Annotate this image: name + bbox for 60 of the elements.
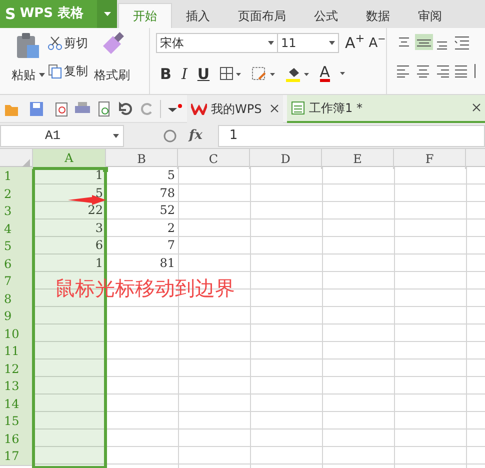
table-cell-text: 52 <box>160 202 175 219</box>
table-cell-text: 22 <box>88 202 103 219</box>
caret-icon <box>38 73 44 77</box>
app-dropdown-button[interactable] <box>97 0 117 28</box>
font-color-button[interactable]: A <box>320 65 330 82</box>
spreadsheet-icon <box>291 100 305 114</box>
caret-icon <box>329 41 335 46</box>
app-title: WPS 表格 <box>20 5 84 24</box>
close-icon[interactable] <box>270 104 279 113</box>
shrink-font-button[interactable]: A$^{−}$ <box>368 34 386 53</box>
quick-access-icons[interactable] <box>4 100 154 118</box>
scissors-icon <box>48 36 62 50</box>
underline-button[interactable]: U <box>197 62 210 85</box>
table-cell-text: 6 <box>95 237 103 254</box>
ribbon-tab[interactable]: 审阅 <box>404 3 456 28</box>
table-cell-text: 3 <box>95 220 103 236</box>
document-tab[interactable]: 我的WPS <box>187 94 283 122</box>
tab-title: 我的WPS <box>211 100 263 118</box>
grow-font-button[interactable]: A$^{+}$ <box>345 32 365 54</box>
table-cell-text: 81 <box>160 254 175 272</box>
fill-color-icon[interactable] <box>286 66 310 82</box>
name-box[interactable]: A1 <box>0 124 124 146</box>
table-cell-text: 1 <box>95 167 103 184</box>
format-painter-button[interactable]: 格式刷 <box>94 66 130 84</box>
logo-text: S <box>5 4 16 25</box>
table-cell-text: 1 <box>95 254 103 272</box>
cut-button[interactable]: 剪切 <box>48 34 88 52</box>
copy-button[interactable]: 复制 <box>48 62 88 80</box>
bold-button[interactable]: B <box>160 62 172 85</box>
table-cell-text: 7 <box>167 237 175 254</box>
table-cell-text: 5 <box>95 184 103 202</box>
caret-icon <box>113 134 119 138</box>
paste-label: 粘贴 <box>12 67 36 84</box>
ribbon-tab[interactable]: 公式 <box>300 3 352 28</box>
close-icon[interactable] <box>472 103 481 112</box>
paste-button[interactable]: 粘贴 <box>12 66 44 84</box>
cut-label: 剪切 <box>64 35 88 52</box>
document-tab[interactable]: 工作簿1 * <box>287 94 485 122</box>
ribbon-tab[interactable]: 数据 <box>352 3 404 28</box>
font-name-dropdown[interactable]: 宋体 <box>156 33 278 54</box>
ribbon-tab[interactable]: 插入 <box>172 3 224 28</box>
italic-button[interactable]: I <box>181 62 188 85</box>
copy-icon <box>48 64 62 78</box>
table-cell-text: 5 <box>167 167 175 184</box>
formula-field[interactable]: 1 <box>218 124 485 146</box>
cell-style-icon[interactable] <box>252 66 276 81</box>
copy-label: 复制 <box>64 63 88 80</box>
font-size-dropdown[interactable]: 11 <box>277 33 339 54</box>
borders-icon[interactable] <box>220 66 242 81</box>
table-cell-text: 2 <box>167 220 175 236</box>
caret-icon <box>268 41 274 46</box>
clipboard-icon <box>15 32 41 60</box>
table-cell-text: 78 <box>160 184 175 202</box>
w-logo-icon <box>191 102 207 114</box>
ribbon-tab[interactable]: 页面布局 <box>224 3 300 28</box>
tab-title: 工作簿1 * <box>309 100 364 116</box>
ribbon-tab[interactable]: 开始 <box>118 3 172 28</box>
insert-function-button[interactable]: fx <box>189 126 202 146</box>
caret-icon <box>340 72 345 76</box>
caret-icon <box>104 12 110 16</box>
